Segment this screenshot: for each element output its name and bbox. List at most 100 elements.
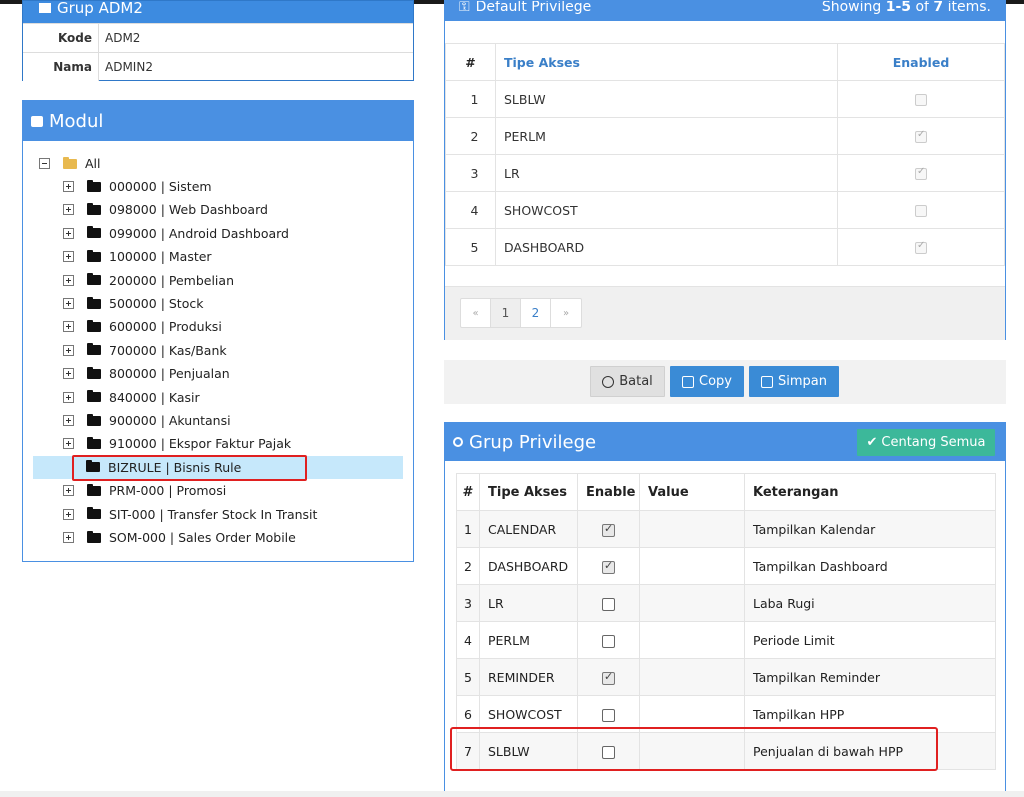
- table-row: 4 PERLM Periode Limit: [456, 621, 996, 659]
- nama-value: ADMIN2: [105, 60, 153, 74]
- tree-item[interactable]: 700000 | Kas/Bank: [63, 339, 227, 362]
- expand-icon[interactable]: [63, 532, 74, 543]
- tree-item[interactable]: 910000 | Ekspor Faktur Pajak: [63, 432, 291, 455]
- row-tipe-akses: PERLM: [495, 117, 838, 155]
- col-num: #: [445, 43, 496, 81]
- simpan-label: Simpan: [778, 374, 827, 389]
- row-num: 5: [445, 228, 496, 266]
- copy-button[interactable]: Copy: [670, 366, 744, 397]
- row-num: 4: [445, 191, 496, 229]
- folder-icon: [87, 343, 101, 356]
- row-value[interactable]: [639, 547, 745, 585]
- collapse-icon[interactable]: [39, 158, 50, 169]
- expand-icon[interactable]: [63, 298, 74, 309]
- tree-item[interactable]: 800000 | Penjualan: [63, 362, 230, 385]
- folder-icon: [87, 249, 101, 262]
- tree-root[interactable]: All: [39, 152, 101, 175]
- enable-checkbox[interactable]: [602, 708, 615, 722]
- users-icon: [39, 3, 51, 13]
- enable-checkbox[interactable]: [602, 670, 615, 685]
- batal-button[interactable]: Batal: [590, 366, 665, 397]
- row-tipe-akses: PERLM: [479, 621, 578, 659]
- tree-item[interactable]: PRM-000 | Promosi: [63, 479, 226, 502]
- expand-icon[interactable]: [63, 274, 74, 286]
- enable-checkbox[interactable]: [602, 522, 615, 537]
- row-tipe-akses: SLBLW: [495, 80, 838, 118]
- tree-item-label: 600000 | Produksi: [109, 319, 222, 335]
- row-tipe-akses: LR: [479, 584, 578, 622]
- summary-suffix: items.: [943, 1, 991, 15]
- expand-icon[interactable]: [63, 344, 74, 356]
- pager-prev[interactable]: «: [461, 299, 491, 327]
- row-keterangan: Tampilkan Kalendar: [744, 510, 996, 548]
- folder-icon: [87, 530, 101, 543]
- folder-icon: [87, 179, 101, 192]
- box-icon: [31, 115, 43, 127]
- grup-privilege-header: Grup Privilege ✔ Centang Semua: [445, 423, 1005, 461]
- kode-value: ADM2: [105, 31, 141, 45]
- centang-semua-button[interactable]: ✔ Centang Semua: [857, 428, 995, 456]
- default-privilege-table: # Tipe Akses Enabled 1SLBLW2PERLM3LR4SHO…: [445, 43, 1005, 266]
- row-enable: [577, 658, 640, 696]
- expand-icon[interactable]: [63, 181, 74, 192]
- expand-icon[interactable]: [63, 438, 74, 450]
- pager-page[interactable]: 2: [521, 299, 551, 327]
- enable-checkbox[interactable]: [602, 559, 615, 574]
- tree-item[interactable]: 000000 | Sistem: [63, 175, 212, 198]
- pagination: «1 2»: [460, 298, 582, 328]
- tree-item[interactable]: 840000 | Kasir: [63, 386, 200, 409]
- col-enabled[interactable]: Enabled: [837, 43, 1005, 81]
- default-privilege-header: ⚿ Default Privilege Showing 1-5 of 7 ite…: [445, 1, 1005, 21]
- tree-item[interactable]: 500000 | Stock: [63, 292, 203, 315]
- tree-item[interactable]: 100000 | Master: [63, 245, 212, 268]
- grup-privilege-title: Grup Privilege: [469, 431, 597, 453]
- default-privilege-title: Default Privilege: [475, 1, 592, 15]
- row-enabled: [837, 191, 1005, 229]
- row-keterangan: Tampilkan Dashboard: [744, 547, 996, 585]
- tree-item[interactable]: 900000 | Akuntansi: [63, 409, 231, 432]
- table-row: 1 SLBLW: [445, 80, 1005, 118]
- row-enabled: [837, 154, 1005, 192]
- row-value[interactable]: [639, 510, 745, 548]
- pager-page[interactable]: 1: [491, 299, 521, 327]
- expand-icon[interactable]: [63, 508, 74, 520]
- expand-icon[interactable]: [63, 485, 74, 497]
- expand-icon[interactable]: [63, 391, 74, 403]
- pager-next[interactable]: »: [551, 299, 581, 327]
- col-tipe-akses[interactable]: Tipe Akses: [495, 43, 838, 81]
- tree-item[interactable]: 099000 | Android Dashboard: [63, 222, 289, 245]
- bottom-strip: [0, 791, 1024, 797]
- tree-item-label: 500000 | Stock: [109, 296, 204, 311]
- enable-checkbox[interactable]: [602, 597, 615, 611]
- tree-item[interactable]: 600000 | Produksi: [63, 315, 222, 338]
- row-value[interactable]: [639, 584, 745, 622]
- tree-item[interactable]: SOM-000 | Sales Order Mobile: [63, 526, 296, 549]
- row-enabled: [837, 117, 1005, 155]
- table-row: 5 DASHBOARD: [445, 228, 1005, 266]
- tree-item-label: SIT-000 | Transfer Stock In Transit: [109, 506, 318, 522]
- expand-icon[interactable]: [63, 227, 74, 239]
- expand-icon[interactable]: [63, 204, 74, 216]
- simpan-button[interactable]: Simpan: [749, 366, 839, 397]
- expand-icon[interactable]: [63, 368, 74, 380]
- tree-item-label: SOM-000 | Sales Order Mobile: [109, 530, 296, 545]
- folder-icon: [87, 226, 101, 239]
- enabled-checkbox: [915, 240, 927, 254]
- col-keterangan: Keterangan: [744, 473, 996, 511]
- expand-icon[interactable]: [63, 321, 74, 333]
- expand-icon[interactable]: [63, 251, 74, 263]
- row-value[interactable]: [639, 621, 745, 659]
- folder-icon: [87, 436, 101, 449]
- tree-item[interactable]: 098000 | Web Dashboard: [63, 198, 268, 221]
- row-enable: [577, 510, 640, 548]
- row-value[interactable]: [639, 658, 745, 696]
- table-row: 4 SHOWCOST: [445, 191, 1005, 229]
- action-bar: Batal Copy Simpan: [444, 360, 1006, 404]
- tree-item[interactable]: SIT-000 | Transfer Stock In Transit: [63, 503, 317, 526]
- enable-checkbox[interactable]: [602, 634, 615, 648]
- nama-label: Nama: [23, 53, 99, 81]
- tree-item[interactable]: 200000 | Pembelian: [63, 269, 234, 292]
- expand-icon[interactable]: [63, 415, 74, 426]
- folder-icon: [87, 296, 101, 309]
- group-info-panel: Grup ADM2 Kode ADM2 Nama ADMIN2: [22, 0, 414, 81]
